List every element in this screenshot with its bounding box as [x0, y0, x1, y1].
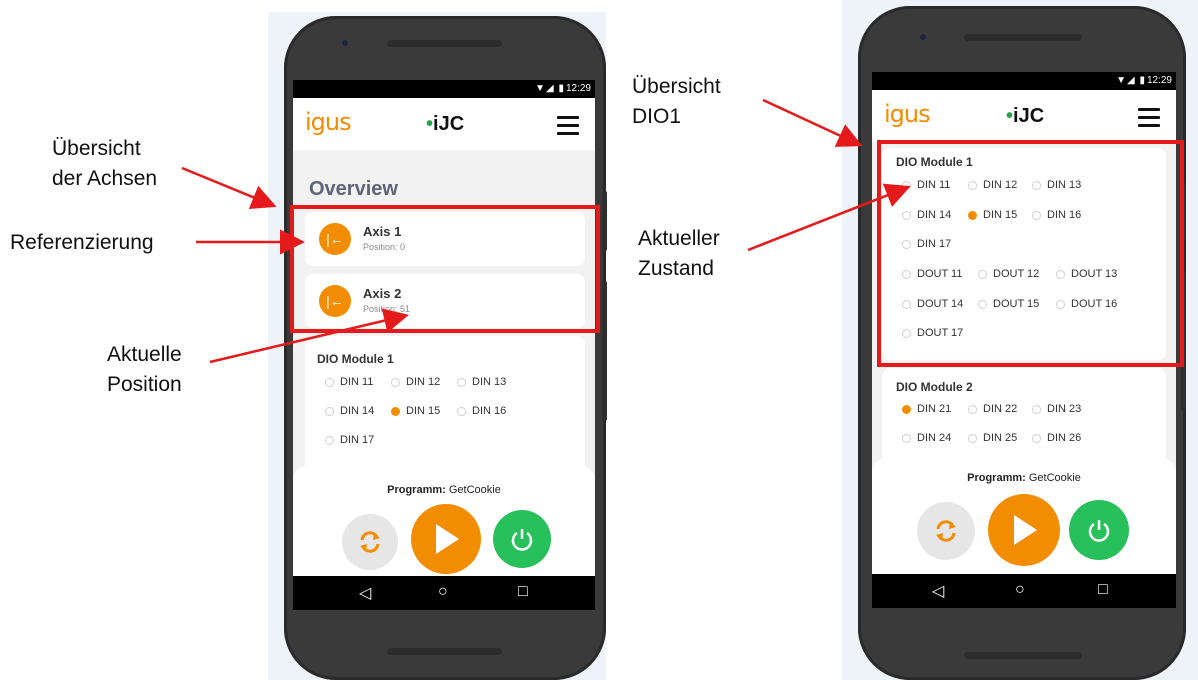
program-name: GetCookie: [448, 484, 501, 496]
arrow-uebersicht-achsen: [181, 166, 277, 209]
din-radio[interactable]: DIN 26: [1032, 432, 1081, 444]
ijc-brand: •iJC: [1006, 105, 1044, 128]
play-button[interactable]: [988, 494, 1060, 566]
android-nav-bar: ◁ ○ □: [872, 574, 1176, 608]
din-radio[interactable]: DIN 25: [968, 432, 1017, 444]
annotation-uebersicht-achsen: Übersicht der Achsen: [52, 137, 158, 190]
annotation-uebersicht-dio1: Übersicht DIO1: [632, 75, 721, 128]
hamburger-menu-icon[interactable]: [1138, 108, 1160, 132]
status-bar: ▼◢ ▮ 12:29: [872, 72, 1176, 90]
android-nav-bar: ◁ ○ □: [293, 576, 595, 610]
dio-module-card: DIO Module 2 DIN 21 DIN 22 DIN 23 DIN 24…: [882, 368, 1166, 468]
din-radio[interactable]: DIN 14: [325, 405, 374, 417]
power-button[interactable]: [1069, 500, 1129, 560]
radio-indicator: [325, 435, 334, 445]
program-name: GetCookie: [1028, 472, 1081, 484]
brand-dot: •: [1006, 105, 1014, 127]
brand-dot: •: [426, 113, 434, 135]
status-time: 12:29: [1146, 75, 1172, 86]
refresh-button[interactable]: [917, 502, 975, 560]
app-bar: igus •iJC: [872, 90, 1176, 142]
control-panel: Programm: GetCookie: [872, 458, 1176, 574]
play-icon: [1014, 515, 1037, 545]
din-radio[interactable]: DIN 23: [1032, 403, 1081, 415]
app-bar: igus •iJC: [293, 98, 595, 150]
status-bar: ▼◢ ▮ 12:29: [293, 80, 595, 98]
dio-module-card: DIO Module 1 DIN 11 DIN 12 DIN 13 DIN 14…: [305, 336, 585, 476]
program-info: Programm: GetCookie: [872, 472, 1176, 484]
program-label: Programm:: [967, 472, 1026, 484]
back-nav-icon[interactable]: ◁: [359, 583, 371, 603]
home-nav-icon[interactable]: ○: [438, 583, 448, 601]
top-speaker: [964, 34, 1082, 41]
recent-apps-nav-icon[interactable]: □: [1098, 581, 1108, 599]
refresh-icon: [360, 531, 380, 553]
status-icons: ▼◢ ▮: [1116, 75, 1146, 86]
back-nav-icon[interactable]: ◁: [932, 581, 944, 601]
control-panel: Programm: GetCookie: [293, 466, 595, 576]
module-title: DIO Module 1: [317, 352, 394, 366]
din-radio[interactable]: DIN 12: [391, 376, 440, 388]
power-icon: [511, 529, 533, 551]
din-radio[interactable]: DIN 22: [968, 403, 1017, 415]
radio-indicator: [902, 404, 911, 414]
play-icon: [436, 524, 459, 554]
brand-name: iJC: [433, 113, 465, 135]
module-title: DIO Module 2: [896, 380, 973, 394]
axes-highlight-box: [290, 205, 600, 333]
annotation-aktueller-zustand: Aktueller Zustand: [638, 227, 720, 280]
din-radio[interactable]: DIN 11: [325, 376, 373, 388]
power-side-button: [602, 281, 607, 421]
din-radio[interactable]: DIN 15: [391, 405, 440, 417]
page-title: Overview: [309, 178, 398, 200]
program-label: Programm:: [387, 484, 446, 496]
radio-indicator: [457, 406, 466, 416]
ijc-brand: •iJC: [426, 113, 464, 136]
status-icons: ▼◢ ▮: [535, 83, 565, 94]
radio-indicator: [457, 377, 466, 387]
din-radio[interactable]: DIN 24: [902, 432, 951, 444]
bottom-speaker: [387, 648, 502, 655]
radio-indicator: [902, 433, 911, 443]
radio-indicator: [968, 404, 977, 414]
left-phone: ▼◢ ▮ 12:29 igus •iJC Overview |← Axis 1 …: [284, 16, 607, 680]
hamburger-menu-icon[interactable]: [557, 116, 579, 140]
front-camera: [342, 40, 348, 46]
radio-indicator: [1032, 433, 1041, 443]
volume-button: [602, 191, 607, 251]
left-screen: ▼◢ ▮ 12:29 igus •iJC Overview |← Axis 1 …: [293, 80, 595, 610]
radio-indicator: [968, 433, 977, 443]
play-button[interactable]: [411, 504, 481, 574]
radio-indicator: [325, 406, 334, 416]
radio-indicator: [391, 406, 400, 416]
status-time: 12:29: [565, 83, 591, 94]
brand-name: iJC: [1013, 105, 1045, 127]
top-speaker: [387, 40, 502, 47]
power-button[interactable]: [493, 510, 551, 568]
radio-indicator: [325, 377, 334, 387]
refresh-icon: [936, 520, 956, 542]
igus-logo[interactable]: igus: [305, 108, 352, 136]
din-radio[interactable]: DIN 16: [457, 405, 506, 417]
power-icon: [1088, 520, 1110, 542]
recent-apps-nav-icon[interactable]: □: [518, 583, 528, 601]
din-radio[interactable]: DIN 13: [457, 376, 506, 388]
radio-indicator: [391, 377, 400, 387]
front-camera: [920, 34, 926, 40]
din-radio[interactable]: DIN 17: [325, 434, 374, 446]
bottom-speaker: [964, 652, 1082, 659]
igus-logo[interactable]: igus: [884, 100, 931, 128]
refresh-button[interactable]: [342, 514, 398, 570]
home-nav-icon[interactable]: ○: [1015, 581, 1025, 599]
annotation-aktuelle-position: Aktuelle Position: [107, 343, 182, 396]
annotation-referenzierung: Referenzierung: [10, 231, 154, 254]
radio-indicator: [1032, 404, 1041, 414]
program-info: Programm: GetCookie: [293, 484, 595, 496]
din-radio[interactable]: DIN 21: [902, 403, 951, 415]
dio1-highlight-box: [877, 140, 1184, 367]
